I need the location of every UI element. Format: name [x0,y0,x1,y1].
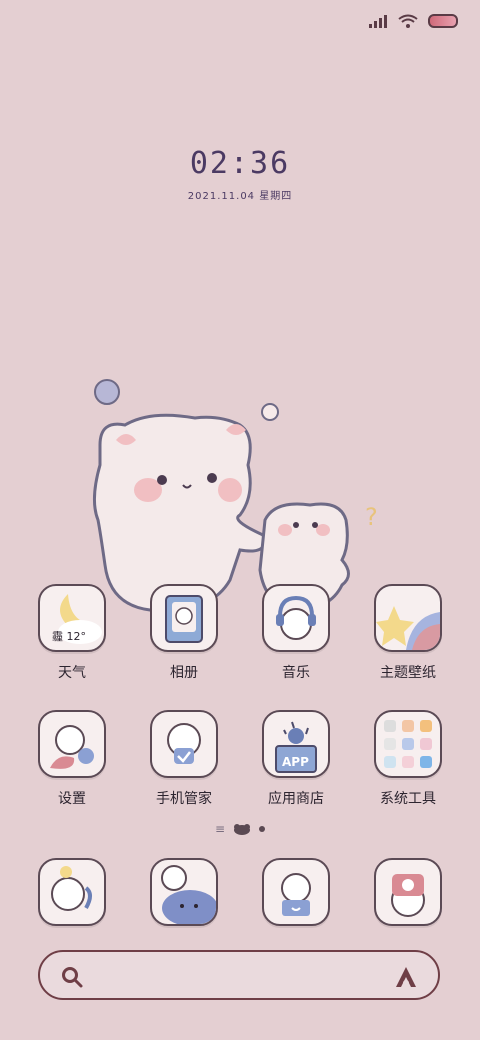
messages-icon [150,858,218,926]
app-label: 应用商店 [268,791,324,807]
assistant-icon[interactable] [392,963,420,991]
wifi-icon [398,14,418,28]
menu-lines-icon: ≡ [214,822,226,836]
app-label: 相册 [170,665,198,681]
settings-icon [38,710,106,778]
app-store[interactable]: APP 应用商店 [240,710,352,808]
security-icon [150,710,218,778]
app-label: 系统工具 [380,791,436,807]
page-dot [259,826,266,832]
app-label: 天气 [58,665,86,681]
music-icon [262,584,330,652]
app-store-icon: APP [262,710,330,778]
dock-browser[interactable] [240,858,352,926]
app-store-badge: APP [282,755,309,769]
app-gallery[interactable]: 相册 [128,584,240,682]
app-weather[interactable]: 霾 12° 天气 [16,584,128,682]
app-label: 音乐 [282,665,310,681]
search-icon[interactable] [60,965,84,989]
clock-date: 2021.11.04 星期四 [187,191,293,202]
search-bar[interactable] [38,950,440,1000]
weather-text: 霾 12° [52,630,86,643]
app-theme[interactable]: 主题壁纸 [352,584,464,682]
dock-messages[interactable] [128,858,240,926]
wallpaper-bears-illustration: ? [93,379,378,613]
bear-head-indicator-icon [234,824,251,835]
app-security[interactable]: 手机管家 [128,710,240,808]
page-indicator[interactable]: ≡ [0,822,480,836]
app-music[interactable]: 音乐 [240,584,352,682]
phone-icon [38,858,106,926]
battery-icon [428,14,458,28]
dock-phone[interactable] [16,858,128,926]
app-tools[interactable]: 系统工具 [352,710,464,808]
app-label: 设置 [58,791,86,807]
app-settings[interactable]: 设置 [16,710,128,808]
browser-icon [262,858,330,926]
signal-icon [369,15,387,28]
app-label: 主题壁纸 [380,665,436,681]
weather-icon: 霾 12° [38,584,106,652]
theme-icon [374,584,442,652]
tools-folder-icon [374,710,442,778]
clock-widget[interactable]: 02:36 2021.11.04 星期四 [0,146,480,202]
app-label: 手机管家 [156,791,212,807]
camera-icon [374,858,442,926]
clock-time: 02:36 [189,146,291,181]
svg-text:?: ? [365,503,378,531]
status-bar [368,10,458,32]
dock-camera[interactable] [352,858,464,926]
gallery-icon [150,584,218,652]
